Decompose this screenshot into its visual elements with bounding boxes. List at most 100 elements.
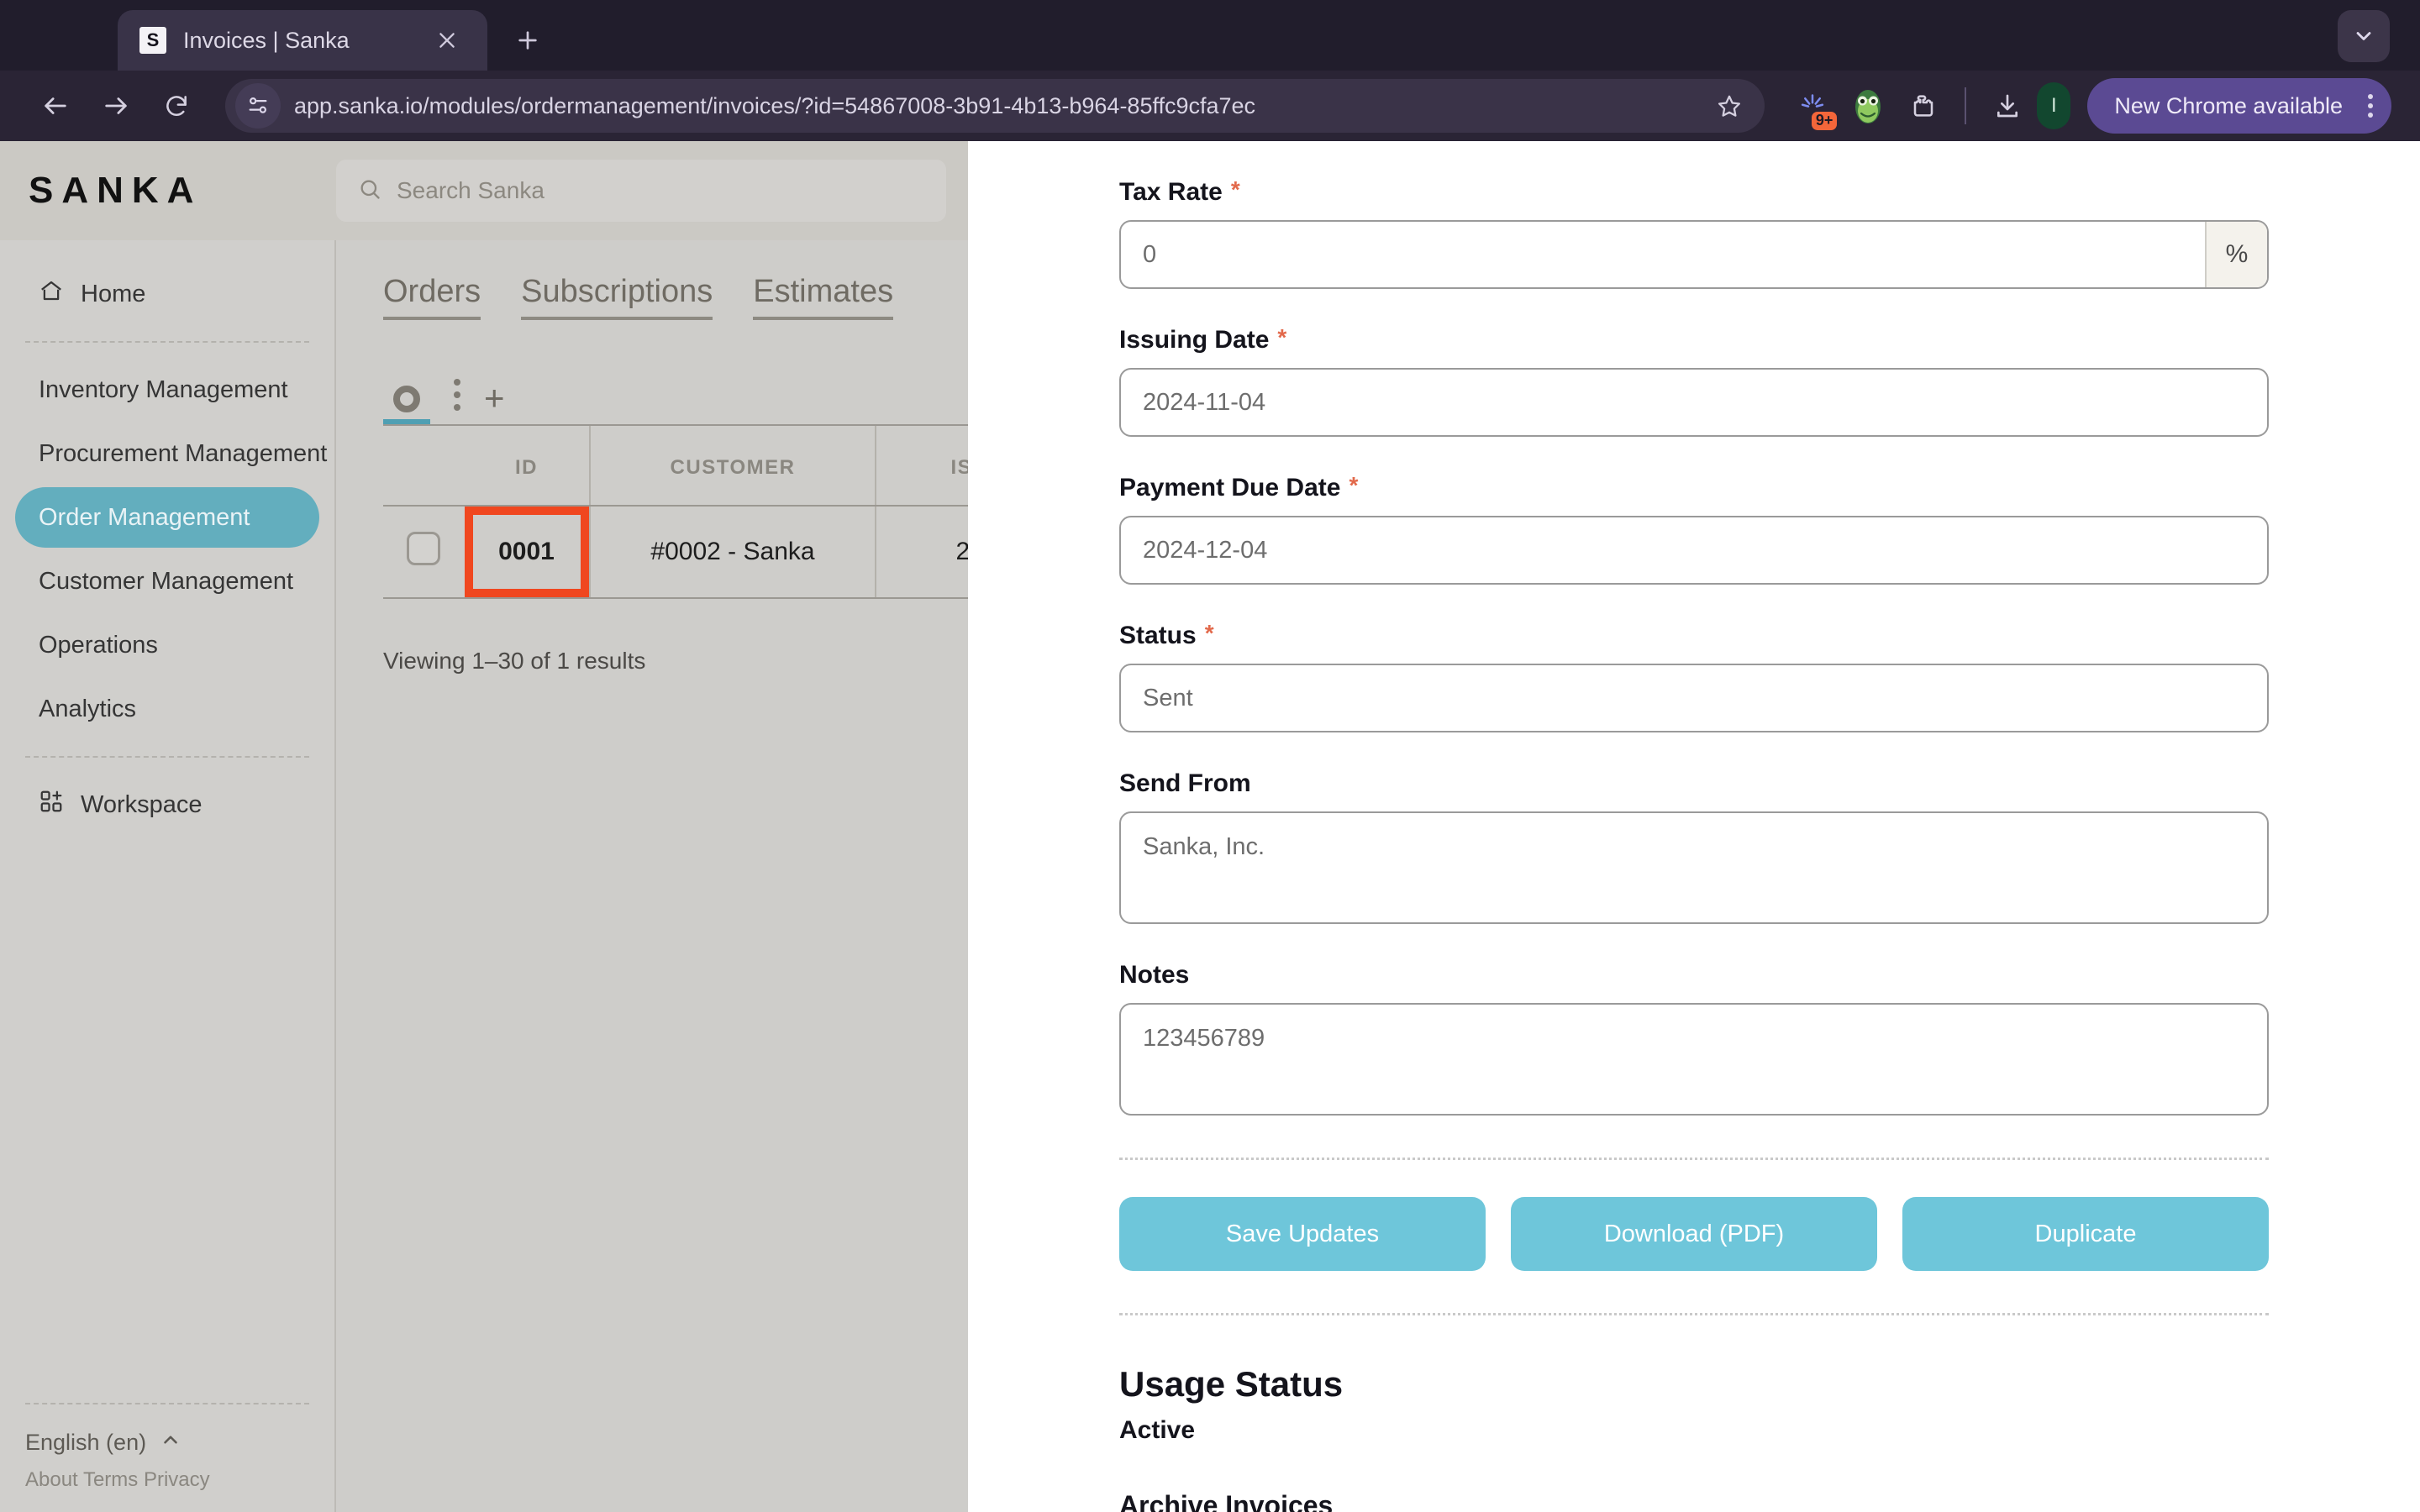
required-asterisk: * — [1231, 178, 1240, 202]
language-selector[interactable]: English (en) — [0, 1421, 334, 1463]
save-updates-button[interactable]: Save Updates — [1119, 1197, 1486, 1271]
notes-textarea[interactable]: 123456789 — [1119, 1003, 2269, 1116]
tab-estimates[interactable]: Estimates — [753, 274, 893, 320]
sidebar-item-inventory-management[interactable]: Inventory Management — [15, 360, 319, 420]
column-header-customer[interactable]: CUSTOMER — [590, 426, 876, 506]
plus-icon[interactable]: + — [484, 381, 505, 424]
label-notes: Notes — [1119, 961, 2269, 990]
duplicate-button[interactable]: Duplicate — [1902, 1197, 2269, 1271]
row-checkbox[interactable] — [383, 506, 464, 598]
cell-customer[interactable]: #0002 - Sanka — [590, 506, 876, 598]
tab-strip: S Invoices | Sanka — [0, 0, 2420, 71]
reload-icon[interactable] — [150, 79, 203, 133]
invoices-table: ID CUSTOMER ISSU 0001 #0002 - Sa — [383, 426, 968, 599]
logo: SANKA — [29, 170, 336, 212]
browser-chrome: S Invoices | Sanka app.sanka.io/modules — [0, 0, 2420, 141]
label-status: Status * — [1119, 622, 2269, 650]
sidebar-item-procurement-management[interactable]: Procurement Management — [15, 423, 319, 484]
label-issuing-date: Issuing Date * — [1119, 326, 2269, 354]
label-text: Payment Due Date — [1119, 474, 1340, 502]
kebab-menu-icon[interactable] — [2358, 94, 2383, 118]
url-text: app.sanka.io/modules/ordermanagement/inv… — [294, 93, 1694, 119]
sidebar-item-label: Inventory Management — [39, 376, 288, 404]
sidebar-divider-2 — [25, 756, 309, 758]
required-asterisk: * — [1349, 474, 1358, 497]
sidebar-item-operations[interactable]: Operations — [15, 615, 319, 675]
column-header-issued[interactable]: ISSU — [876, 426, 968, 506]
sidebar-item-label: Operations — [39, 632, 158, 659]
label-text: Tax Rate — [1119, 178, 1223, 207]
highlight-box — [465, 507, 589, 597]
payment-due-date-value: 2024-12-04 — [1143, 537, 1267, 564]
browser-tab[interactable]: S Invoices | Sanka — [118, 10, 487, 71]
label-payment-due-date: Payment Due Date * — [1119, 474, 2269, 502]
extension-badge-count: 9+ — [1812, 112, 1838, 130]
required-asterisk: * — [1277, 326, 1286, 349]
column-header-id[interactable]: ID — [464, 426, 590, 506]
sidebar-item-label: Procurement Management — [39, 440, 327, 468]
sidebar-item-order-management[interactable]: Order Management — [15, 487, 319, 548]
cell-id[interactable]: 0001 — [464, 506, 590, 598]
back-arrow-icon[interactable] — [29, 79, 82, 133]
sidebar-item-label: Workspace — [81, 791, 203, 819]
payment-due-date-input[interactable]: 2024-12-04 — [1119, 516, 2269, 585]
label-text: Notes — [1119, 961, 1189, 990]
toolbar-divider — [1965, 87, 1966, 124]
plus-icon[interactable] — [504, 17, 551, 64]
browser-toolbar: app.sanka.io/modules/ordermanagement/inv… — [0, 71, 2420, 141]
avatar[interactable]: I — [2037, 82, 2070, 129]
tab-orders[interactable]: Orders — [383, 274, 481, 320]
close-icon[interactable] — [429, 22, 466, 59]
sidebar-item-home[interactable]: Home — [15, 264, 319, 324]
downloads-icon[interactable] — [1981, 80, 2033, 132]
label-text: Status — [1119, 622, 1197, 650]
table-row[interactable]: 0001 #0002 - Sanka 202 — [383, 506, 968, 598]
star-icon[interactable] — [1707, 84, 1751, 128]
archive-invoices-heading: Archive Invoices — [1119, 1490, 2269, 1512]
tax-rate-input[interactable]: 0 % — [1119, 220, 2269, 289]
percent-suffix: % — [2205, 222, 2267, 287]
download-pdf-button[interactable]: Download (PDF) — [1511, 1197, 1877, 1271]
tab-favicon: S — [139, 27, 166, 54]
sidebar-item-label: Home — [81, 281, 145, 308]
content-area: Orders Subscriptions Estimates + — [336, 240, 968, 1512]
home-icon — [39, 278, 64, 310]
tab-subscriptions[interactable]: Subscriptions — [521, 274, 713, 320]
sidebar-item-label: Customer Management — [39, 568, 293, 596]
sidebar-top: Home Inventory Management Procurement Ma… — [0, 240, 334, 838]
required-asterisk: * — [1205, 622, 1214, 645]
content-tabs: Orders Subscriptions Estimates — [383, 274, 968, 320]
search-input[interactable]: Search Sanka — [336, 160, 946, 222]
address-bar[interactable]: app.sanka.io/modules/ordermanagement/inv… — [225, 79, 1765, 133]
sidebar-item-analytics[interactable]: Analytics — [15, 679, 319, 739]
extensions-puzzle-icon[interactable] — [1897, 80, 1949, 132]
sidebar-item-customer-management[interactable]: Customer Management — [15, 551, 319, 612]
frog-extension-icon[interactable] — [1842, 80, 1894, 132]
sidebar-footer: English (en) About Terms Privacy — [0, 1386, 334, 1512]
legal-links[interactable]: About Terms Privacy — [0, 1463, 334, 1492]
sidebar-item-workspace[interactable]: Workspace — [15, 774, 319, 835]
issuing-date-value: 2024-11-04 — [1143, 389, 1265, 417]
panel-divider-top — [1119, 1158, 2269, 1160]
sidebar-item-label: Analytics — [39, 696, 136, 723]
panel-action-buttons: Save Updates Download (PDF) Duplicate — [1119, 1197, 2269, 1271]
status-input[interactable]: Sent — [1119, 664, 2269, 732]
chevron-down-icon[interactable] — [2338, 10, 2390, 62]
extension-badge-icon[interactable]: 9+ — [1786, 80, 1839, 132]
label-text: Issuing Date — [1119, 326, 1269, 354]
language-label: English (en) — [25, 1430, 146, 1456]
forward-arrow-icon[interactable] — [89, 79, 143, 133]
table-header-row: ID CUSTOMER ISSU — [383, 426, 968, 506]
app-column: SANKA Search Sanka Home — [0, 141, 968, 1512]
results-count: Viewing 1–30 of 1 results — [383, 648, 968, 675]
new-chrome-available-button[interactable]: New Chrome available — [2087, 78, 2391, 134]
tune-sliders-icon[interactable] — [235, 83, 281, 129]
app-header: SANKA Search Sanka — [0, 141, 968, 240]
issuing-date-input[interactable]: 2024-11-04 — [1119, 368, 2269, 437]
sidebar-item-label: Order Management — [39, 504, 250, 532]
send-from-textarea[interactable]: Sanka, Inc. — [1119, 811, 2269, 924]
update-pill-label: New Chrome available — [2114, 93, 2343, 119]
kebab-menu-icon[interactable] — [454, 379, 460, 424]
cell-issued[interactable]: 202 — [876, 506, 968, 598]
ring-view-icon[interactable] — [383, 386, 430, 424]
